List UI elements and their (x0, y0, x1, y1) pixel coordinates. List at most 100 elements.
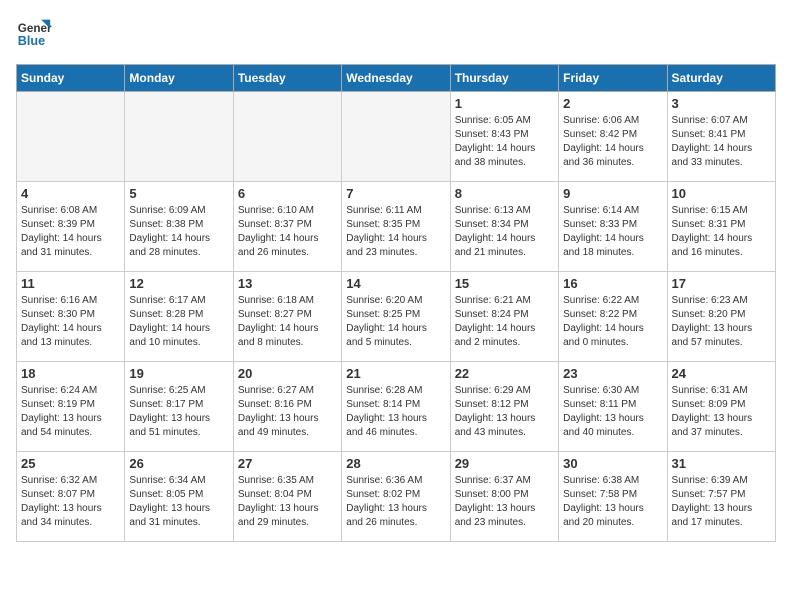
day-info: Sunrise: 6:25 AM Sunset: 8:17 PM Dayligh… (129, 384, 228, 440)
calendar-cell: 30 Sunrise: 6:38 AM Sunset: 7:58 PM Dayli… (559, 452, 667, 542)
weekday-header: Saturday (667, 65, 775, 92)
calendar-cell: 20 Sunrise: 6:27 AM Sunset: 8:16 PM Dayli… (233, 362, 341, 452)
day-number: 31 (672, 456, 771, 471)
day-info: Sunrise: 6:24 AM Sunset: 8:19 PM Dayligh… (21, 384, 120, 440)
day-number: 18 (21, 366, 120, 381)
calendar-cell: 1 Sunrise: 6:05 AM Sunset: 8:43 PM Daylig… (450, 92, 558, 182)
day-number: 2 (563, 96, 662, 111)
day-info: Sunrise: 6:35 AM Sunset: 8:04 PM Dayligh… (238, 474, 337, 530)
calendar-cell: 25 Sunrise: 6:32 AM Sunset: 8:07 PM Dayli… (17, 452, 125, 542)
day-info: Sunrise: 6:39 AM Sunset: 7:57 PM Dayligh… (672, 474, 771, 530)
calendar-week-row: 11 Sunrise: 6:16 AM Sunset: 8:30 PM Dayli… (17, 272, 776, 362)
day-number: 4 (21, 186, 120, 201)
calendar-cell: 22 Sunrise: 6:29 AM Sunset: 8:12 PM Dayli… (450, 362, 558, 452)
day-info: Sunrise: 6:29 AM Sunset: 8:12 PM Dayligh… (455, 384, 554, 440)
calendar-cell: 14Sunrise: 6:20 AM Sunset: 8:25 PM Dayli… (342, 272, 450, 362)
calendar-cell: 8 Sunrise: 6:13 AM Sunset: 8:34 PM Daylig… (450, 182, 558, 272)
day-number: 8 (455, 186, 554, 201)
day-info: Sunrise: 6:09 AM Sunset: 8:38 PM Dayligh… (129, 204, 228, 260)
day-number: 30 (563, 456, 662, 471)
day-number: 15 (455, 276, 554, 291)
day-info: Sunrise: 6:13 AM Sunset: 8:34 PM Dayligh… (455, 204, 554, 260)
day-info: Sunrise: 6:22 AM Sunset: 8:22 PM Dayligh… (563, 294, 662, 350)
day-number: 13 (238, 276, 337, 291)
weekday-header: Thursday (450, 65, 558, 92)
day-info: Sunrise: 6:07 AM Sunset: 8:41 PM Dayligh… (672, 114, 771, 170)
day-info: Sunrise: 6:32 AM Sunset: 8:07 PM Dayligh… (21, 474, 120, 530)
weekday-header: Tuesday (233, 65, 341, 92)
day-number: 20 (238, 366, 337, 381)
day-number: 21 (346, 366, 445, 381)
day-number: 23 (563, 366, 662, 381)
day-number: 25 (21, 456, 120, 471)
day-info: Sunrise: 6:14 AM Sunset: 8:33 PM Dayligh… (563, 204, 662, 260)
calendar-cell (233, 92, 341, 182)
day-info: Sunrise: 6:08 AM Sunset: 8:39 PM Dayligh… (21, 204, 120, 260)
svg-text:Blue: Blue (18, 34, 45, 48)
day-info: Sunrise: 6:05 AM Sunset: 8:43 PM Dayligh… (455, 114, 554, 170)
day-number: 29 (455, 456, 554, 471)
day-info: Sunrise: 6:10 AM Sunset: 8:37 PM Dayligh… (238, 204, 337, 260)
day-number: 12 (129, 276, 228, 291)
day-info: Sunrise: 6:18 AM Sunset: 8:27 PM Dayligh… (238, 294, 337, 350)
day-number: 28 (346, 456, 445, 471)
calendar-cell: 13 Sunrise: 6:18 AM Sunset: 8:27 PM Dayli… (233, 272, 341, 362)
calendar-cell: 9 Sunrise: 6:14 AM Sunset: 8:33 PM Daylig… (559, 182, 667, 272)
calendar-cell: 29 Sunrise: 6:37 AM Sunset: 8:00 PM Dayli… (450, 452, 558, 542)
day-info: Sunrise: 6:37 AM Sunset: 8:00 PM Dayligh… (455, 474, 554, 530)
logo: General Blue (16, 16, 52, 52)
calendar-cell: 2Sunrise: 6:06 AM Sunset: 8:42 PM Daylig… (559, 92, 667, 182)
calendar-cell: 28 Sunrise: 6:36 AM Sunset: 8:02 PM Dayli… (342, 452, 450, 542)
day-number: 17 (672, 276, 771, 291)
calendar-cell: 7 Sunrise: 6:11 AM Sunset: 8:35 PM Daylig… (342, 182, 450, 272)
calendar-cell (342, 92, 450, 182)
day-number: 6 (238, 186, 337, 201)
day-number: 10 (672, 186, 771, 201)
day-number: 14 (346, 276, 445, 291)
calendar-cell: 21 Sunrise: 6:28 AM Sunset: 8:14 PM Dayli… (342, 362, 450, 452)
calendar-cell: 27Sunrise: 6:35 AM Sunset: 8:04 PM Dayli… (233, 452, 341, 542)
calendar-cell: 4 Sunrise: 6:08 AM Sunset: 8:39 PM Daylig… (17, 182, 125, 272)
day-info: Sunrise: 6:28 AM Sunset: 8:14 PM Dayligh… (346, 384, 445, 440)
day-info: Sunrise: 6:16 AM Sunset: 8:30 PM Dayligh… (21, 294, 120, 350)
calendar-cell: 24 Sunrise: 6:31 AM Sunset: 8:09 PM Dayli… (667, 362, 775, 452)
calendar-cell: 18 Sunrise: 6:24 AM Sunset: 8:19 PM Dayli… (17, 362, 125, 452)
logo-icon: General Blue (16, 16, 52, 52)
calendar-week-row: 18 Sunrise: 6:24 AM Sunset: 8:19 PM Dayli… (17, 362, 776, 452)
day-info: Sunrise: 6:11 AM Sunset: 8:35 PM Dayligh… (346, 204, 445, 260)
day-number: 19 (129, 366, 228, 381)
day-info: Sunrise: 6:15 AM Sunset: 8:31 PM Dayligh… (672, 204, 771, 260)
day-number: 9 (563, 186, 662, 201)
day-info: Sunrise: 6:30 AM Sunset: 8:11 PM Dayligh… (563, 384, 662, 440)
day-number: 11 (21, 276, 120, 291)
calendar-cell: 3 Sunrise: 6:07 AM Sunset: 8:41 PM Daylig… (667, 92, 775, 182)
calendar-cell: 16 Sunrise: 6:22 AM Sunset: 8:22 PM Dayli… (559, 272, 667, 362)
calendar-cell: 12Sunrise: 6:17 AM Sunset: 8:28 PM Dayli… (125, 272, 233, 362)
calendar-week-row: 1 Sunrise: 6:05 AM Sunset: 8:43 PM Daylig… (17, 92, 776, 182)
day-info: Sunrise: 6:38 AM Sunset: 7:58 PM Dayligh… (563, 474, 662, 530)
day-number: 3 (672, 96, 771, 111)
calendar-cell (17, 92, 125, 182)
calendar-cell: 23 Sunrise: 6:30 AM Sunset: 8:11 PM Dayli… (559, 362, 667, 452)
day-number: 16 (563, 276, 662, 291)
day-number: 22 (455, 366, 554, 381)
day-number: 7 (346, 186, 445, 201)
page-header: General Blue (16, 16, 776, 52)
day-info: Sunrise: 6:34 AM Sunset: 8:05 PM Dayligh… (129, 474, 228, 530)
weekday-header-row: SundayMondayTuesdayWednesdayThursdayFrid… (17, 65, 776, 92)
day-info: Sunrise: 6:31 AM Sunset: 8:09 PM Dayligh… (672, 384, 771, 440)
calendar-cell: 11 Sunrise: 6:16 AM Sunset: 8:30 PM Dayli… (17, 272, 125, 362)
day-number: 26 (129, 456, 228, 471)
calendar-cell: 19 Sunrise: 6:25 AM Sunset: 8:17 PM Dayli… (125, 362, 233, 452)
calendar-cell: 15 Sunrise: 6:21 AM Sunset: 8:24 PM Dayli… (450, 272, 558, 362)
day-info: Sunrise: 6:27 AM Sunset: 8:16 PM Dayligh… (238, 384, 337, 440)
weekday-header: Friday (559, 65, 667, 92)
day-number: 24 (672, 366, 771, 381)
day-number: 5 (129, 186, 228, 201)
day-number: 1 (455, 96, 554, 111)
day-info: Sunrise: 6:36 AM Sunset: 8:02 PM Dayligh… (346, 474, 445, 530)
day-info: Sunrise: 6:21 AM Sunset: 8:24 PM Dayligh… (455, 294, 554, 350)
day-info: Sunrise: 6:23 AM Sunset: 8:20 PM Dayligh… (672, 294, 771, 350)
weekday-header: Monday (125, 65, 233, 92)
weekday-header: Sunday (17, 65, 125, 92)
